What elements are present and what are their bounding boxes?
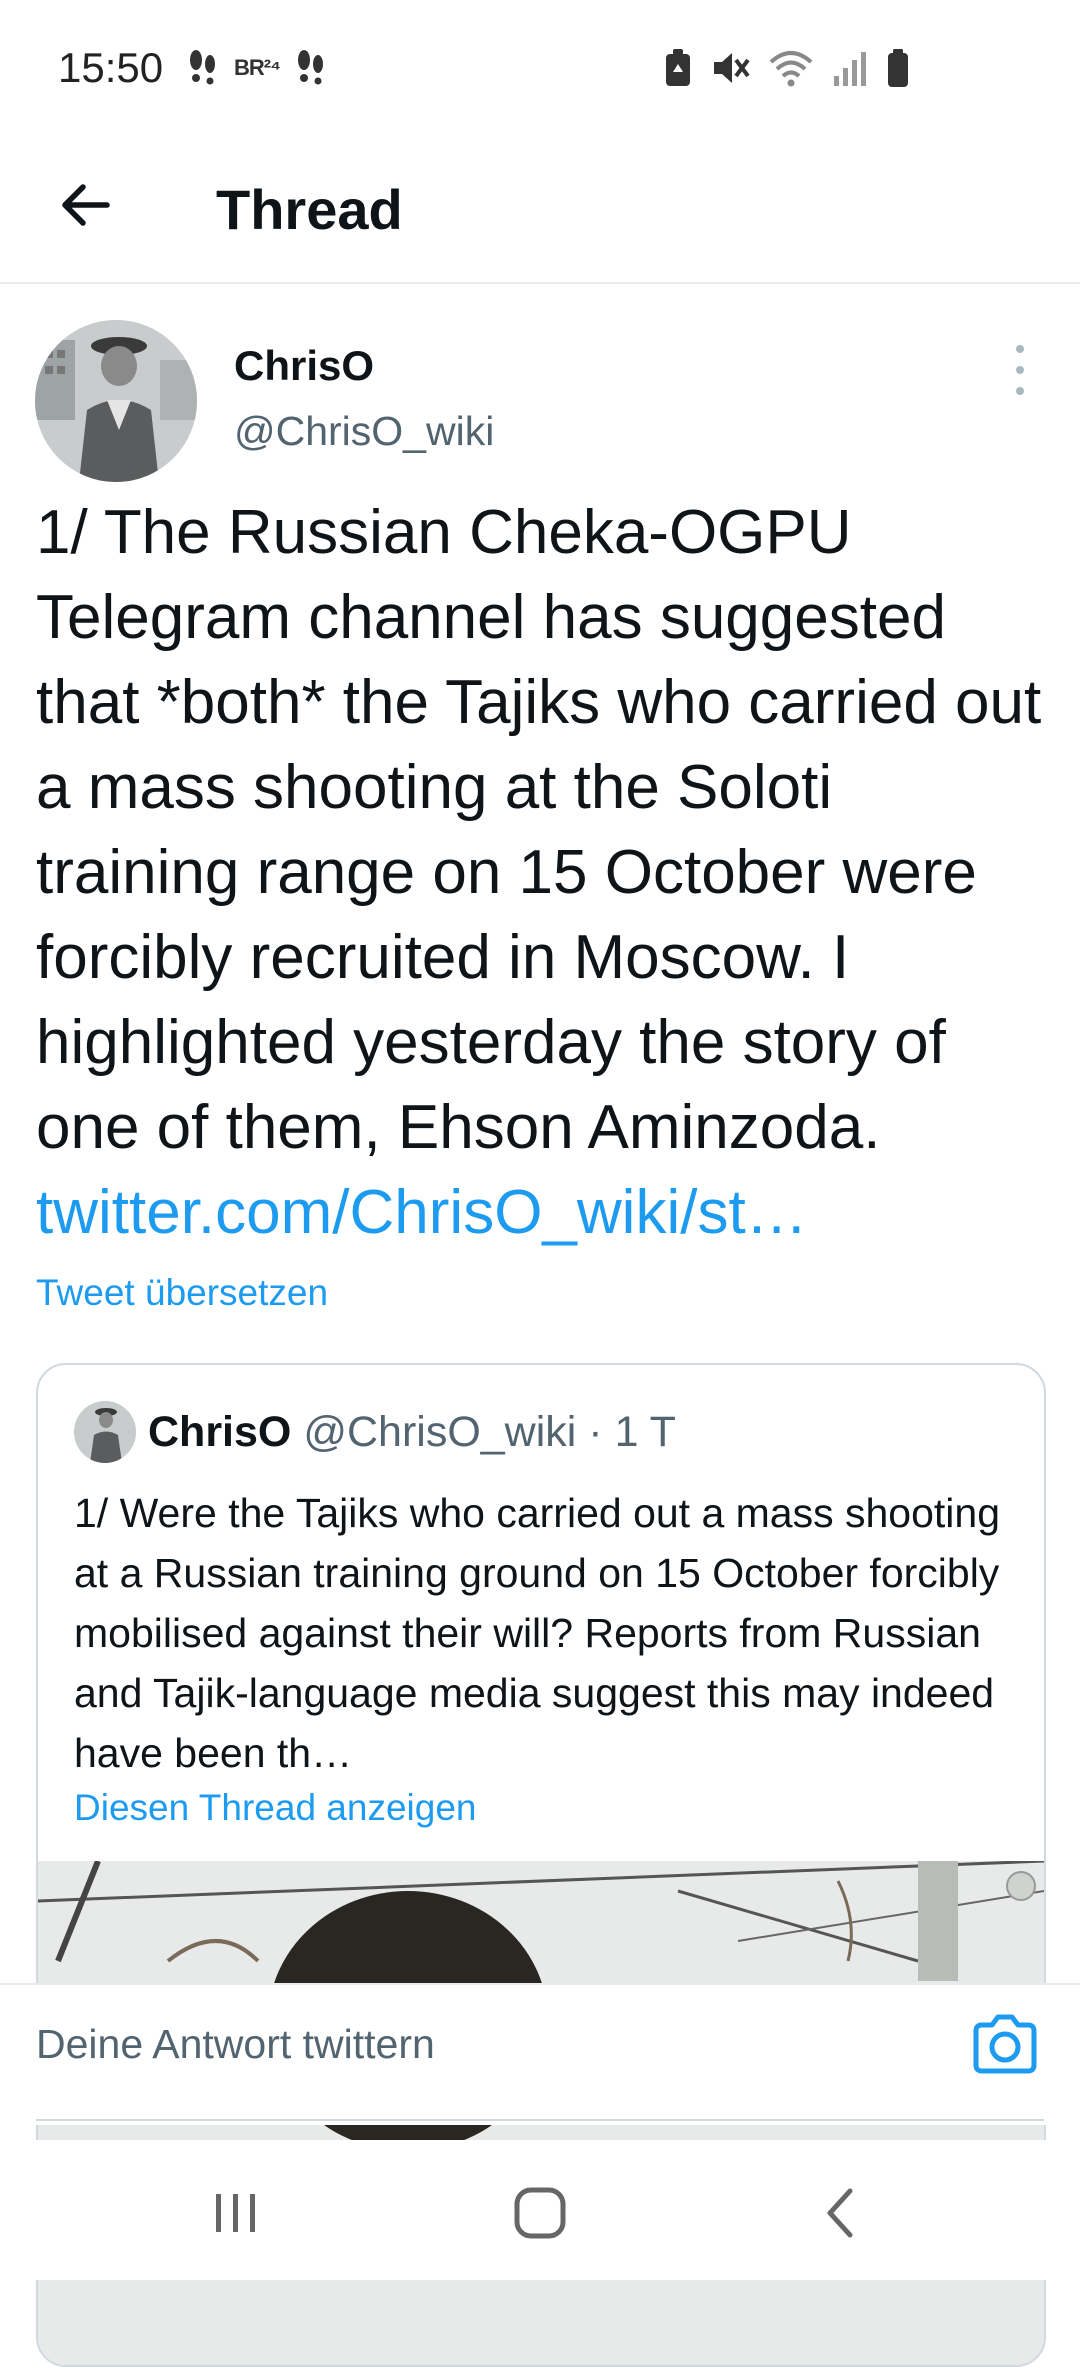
more-dot-icon (1016, 387, 1024, 395)
quoted-author-name: ChrisO (148, 1408, 292, 1456)
camera-icon (973, 2014, 1037, 2074)
signal-icon (834, 52, 866, 86)
camera-button[interactable] (970, 2009, 1040, 2079)
translate-tweet-link[interactable]: Tweet übersetzen (36, 1272, 328, 1314)
reply-divider (36, 2119, 1044, 2121)
avatar-photo (35, 320, 197, 482)
home-icon (514, 2187, 566, 2239)
home-button[interactable] (500, 2178, 580, 2248)
status-left-icons: BR²⁴ (186, 48, 328, 88)
tweet-body: 1/ The Russian Cheka-OGPU Telegram chann… (36, 498, 1042, 1162)
mute-icon (714, 53, 750, 83)
back-icon (827, 2188, 853, 2238)
system-nav-bar (0, 2140, 1080, 2280)
author-handle[interactable]: @ChrisO_wiki (234, 408, 494, 455)
more-dot-icon (1016, 345, 1024, 353)
more-dot-icon (1016, 366, 1024, 374)
tweet-link[interactable]: twitter.com/ChrisO_wiki/st… (36, 1170, 1046, 1255)
more-options-button[interactable] (1000, 345, 1040, 395)
page-title: Thread (216, 178, 403, 241)
quoted-avatar (74, 1401, 136, 1463)
quoted-author-handle: @ChrisO_wiki (303, 1408, 577, 1456)
footsteps-icon (297, 50, 323, 85)
battery-icon (888, 49, 908, 87)
quoted-tweet-header: ChrisO @ChrisO_wiki · 1 T (148, 1401, 676, 1463)
avatar[interactable] (35, 320, 197, 482)
br24-icon: BR²⁴ (234, 55, 281, 80)
footsteps-icon (190, 50, 215, 85)
nav-back-button[interactable] (800, 2178, 880, 2248)
status-time: 15:50 (58, 44, 164, 91)
author-name[interactable]: ChrisO (234, 342, 374, 390)
status-right-icons (664, 48, 910, 88)
status-bar: 15:50 BR²⁴ (0, 0, 1080, 140)
battery-saver-icon (666, 49, 690, 86)
recent-apps-button[interactable] (196, 2178, 276, 2248)
wifi-icon (769, 51, 813, 87)
quoted-tweet-time: · 1 T (588, 1408, 676, 1456)
reply-input[interactable]: Deine Antwort twittern (36, 2013, 435, 2075)
reply-bar: Deine Antwort twittern (0, 1983, 1080, 2125)
quoted-avatar-photo (74, 1401, 136, 1463)
show-thread-link[interactable]: Diesen Thread anzeigen (74, 1787, 476, 1829)
back-button[interactable] (50, 170, 120, 240)
recent-apps-icon (216, 2194, 255, 2232)
arrow-left-icon (62, 184, 110, 226)
tweet-text: 1/ The Russian Cheka-OGPU Telegram chann… (36, 490, 1046, 1255)
thread-header: Thread (0, 140, 1080, 284)
quoted-tweet-text: 1/ Were the Tajiks who carried out a mas… (74, 1490, 1001, 1776)
